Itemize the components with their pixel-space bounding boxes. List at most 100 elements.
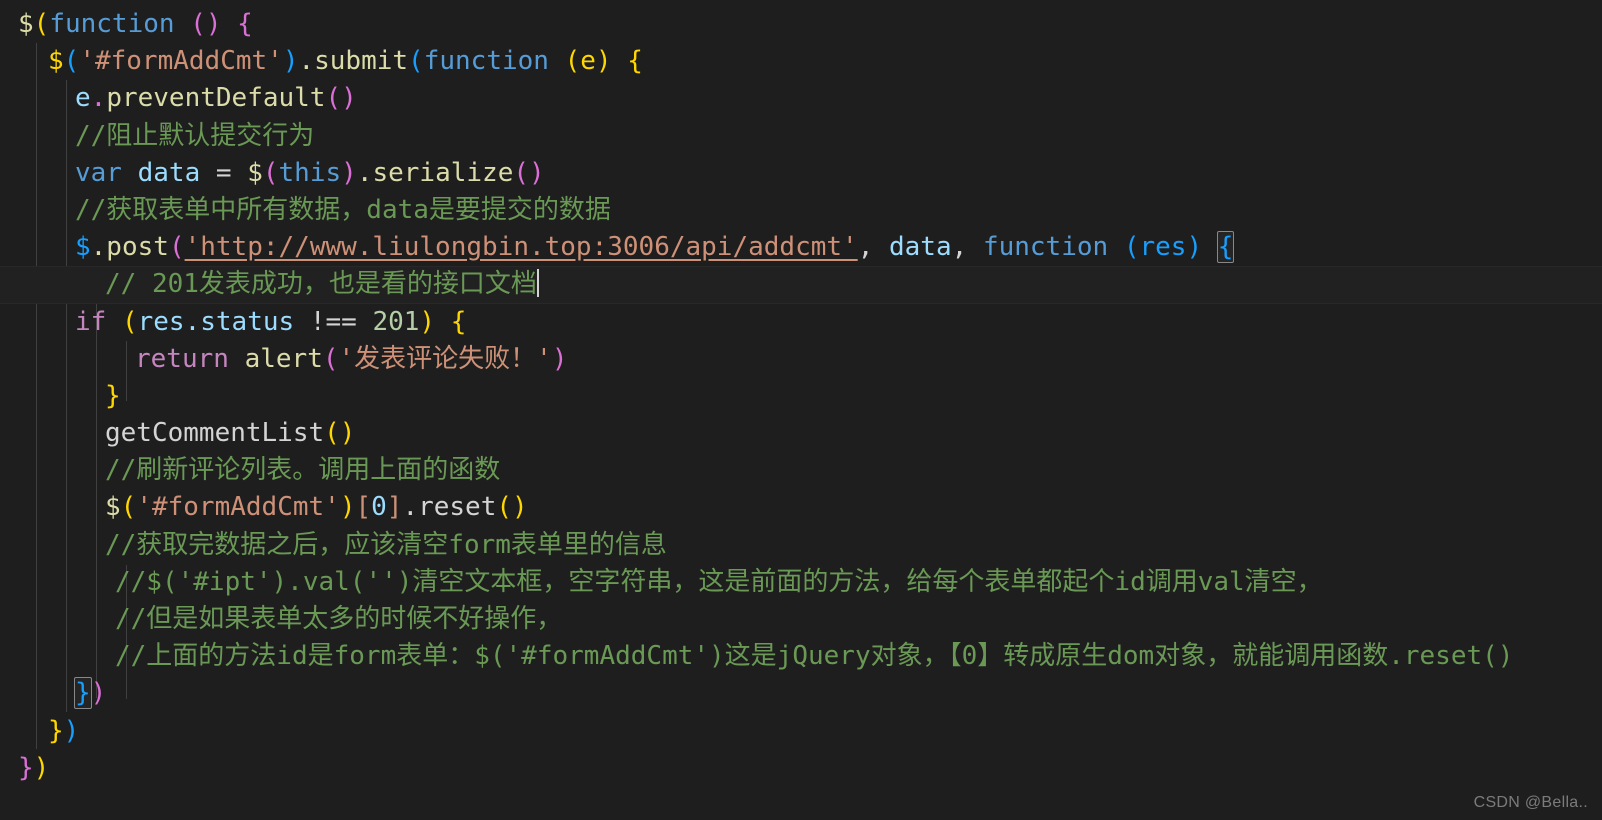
token-function-call-getcommentlist: getCommentList <box>105 418 325 449</box>
code-line-13[interactable]: //刷新评论列表。调用上面的函数 <box>0 452 1602 489</box>
token-dollar: $ <box>75 232 91 263</box>
token-paren-close: ) <box>282 46 299 77</box>
token-method-submit: .submit <box>298 46 409 77</box>
code-line-9[interactable]: if (res.status !== 201) { <box>0 304 1602 341</box>
code-editor-surface[interactable]: $(function () { $('#formAddCmt').submit(… <box>0 0 1602 820</box>
token-function-alert: alert <box>244 343 323 374</box>
token-empty-parens: () <box>190 9 222 39</box>
code-line-17[interactable]: //但是如果表单太多的时候不好操作， <box>0 601 1602 638</box>
token-variable-data: data <box>137 157 201 188</box>
token-comment: //获取表单中所有数据，data是要提交的数据 <box>75 194 611 225</box>
token-number-201: 201 <box>372 306 420 337</box>
code-line-8-current[interactable]: // 201发表成功，也是看的接口文档 <box>0 266 1602 304</box>
code-line-14[interactable]: $('#formAddCmt')[0].reset() <box>0 489 1602 526</box>
token-parens: () <box>496 492 528 523</box>
token-operator-strict-neq: !== <box>309 306 357 337</box>
token-var-keyword: var <box>75 157 122 188</box>
token-url-string[interactable]: 'http://www.liulongbin.top:3006/api/addc… <box>185 232 858 262</box>
token-paren-open: ( <box>168 232 185 263</box>
token-params-res: (res) <box>1123 232 1203 263</box>
token-paren-open: ( <box>120 492 137 523</box>
token-selector-string: '#formAddCmt' <box>136 492 340 523</box>
code-line-10[interactable]: return alert('发表评论失败！') <box>0 341 1602 378</box>
token-paren-open: ( <box>63 46 80 77</box>
token-brace-close-matched: } <box>74 677 92 710</box>
token-brace-close: } <box>48 715 64 746</box>
code-line-4[interactable]: //阻止默认提交行为 <box>0 118 1602 155</box>
token-paren-close: ) <box>63 715 80 746</box>
token-dollar: $ <box>18 9 34 39</box>
csdn-watermark: CSDN @Bella.. <box>1473 794 1588 811</box>
token-method-reset: .reset <box>402 492 497 523</box>
token-comma-2: , <box>951 232 983 263</box>
token-this-keyword: this <box>278 157 342 188</box>
token-comment: //阻止默认提交行为 <box>75 120 315 151</box>
token-method-serialize: .serialize <box>356 157 514 188</box>
code-line-7[interactable]: $.post('http://www.liulongbin.top:3006/a… <box>0 229 1602 266</box>
code-line-11[interactable]: } <box>0 378 1602 415</box>
code-line-6[interactable]: //获取表单中所有数据，data是要提交的数据 <box>0 192 1602 229</box>
token-comment: //$('#ipt').val('')清空文本框，空字符串，这是前面的方法，给每… <box>115 566 1323 597</box>
token-brace-close: } <box>105 380 121 411</box>
token-brace-open: { <box>237 9 253 39</box>
token-object-e: e <box>75 83 91 114</box>
token-parens: () <box>325 83 357 114</box>
code-line-5[interactable]: var data = $(this).serialize() <box>0 155 1602 192</box>
token-bracket-close: ] <box>386 492 403 523</box>
token-paren-close: ) <box>419 306 436 337</box>
code-line-21[interactable]: }) <box>0 750 1602 787</box>
token-comment: // 201发表成功，也是看的接口文档 <box>105 269 537 300</box>
token-bracket-open: [ <box>355 492 372 523</box>
token-dollar: $ <box>105 492 121 523</box>
token-paren-close: ) <box>90 678 107 709</box>
token-comma-1: , <box>857 232 889 263</box>
code-line-20[interactable]: }) <box>0 713 1602 750</box>
code-line-2[interactable]: $('#formAddCmt').submit(function (e) { <box>0 43 1602 80</box>
token-comment: //上面的方法id是form表单：$('#formAddCmt')这是jQuer… <box>115 641 1514 672</box>
code-line-19[interactable]: }) <box>0 675 1602 712</box>
token-method-preventdefault: preventDefault <box>106 83 326 114</box>
code-line-16[interactable]: //$('#ipt').val('')清空文本框，空字符串，这是前面的方法，给每… <box>0 564 1602 601</box>
token-paren-close: ) <box>551 343 568 374</box>
token-dollar: $ <box>247 157 263 188</box>
token-string-alert-message: '发表评论失败！' <box>338 343 552 374</box>
text-cursor <box>536 269 539 298</box>
token-paren-open-2: ( <box>408 46 424 77</box>
token-comment: //但是如果表单太多的时候不好操作， <box>115 604 563 634</box>
token-paren-open: ( <box>121 306 138 337</box>
token-parens: () <box>513 157 545 188</box>
token-paren-open: ( <box>322 343 339 374</box>
token-paren-open: ( <box>262 157 279 188</box>
token-return-keyword: return <box>135 343 229 374</box>
token-brace-close: } <box>18 752 34 783</box>
token-params: (e) <box>564 46 612 77</box>
token-paren-close: ) <box>33 752 50 783</box>
token-if-keyword: if <box>75 306 107 337</box>
token-object-res: res <box>137 306 185 337</box>
token-function-keyword: function <box>423 46 549 77</box>
code-line-12[interactable]: getCommentList() <box>0 415 1602 452</box>
code-line-15[interactable]: //获取完数据之后，应该清空form表单里的信息 <box>0 527 1602 564</box>
code-line-1[interactable]: $(function () { <box>0 6 1602 43</box>
code-line-3[interactable]: e.preventDefault() <box>0 80 1602 117</box>
token-brace-open: { <box>627 46 643 77</box>
token-brace-open-matched: { <box>1216 231 1235 264</box>
token-index-zero: 0 <box>371 492 387 523</box>
token-dollar: $ <box>48 46 64 77</box>
token-dot: . <box>90 83 107 114</box>
token-brace-open: { <box>450 306 467 337</box>
code-line-18[interactable]: //上面的方法id是form表单：$('#formAddCmt')这是jQuer… <box>0 638 1602 675</box>
